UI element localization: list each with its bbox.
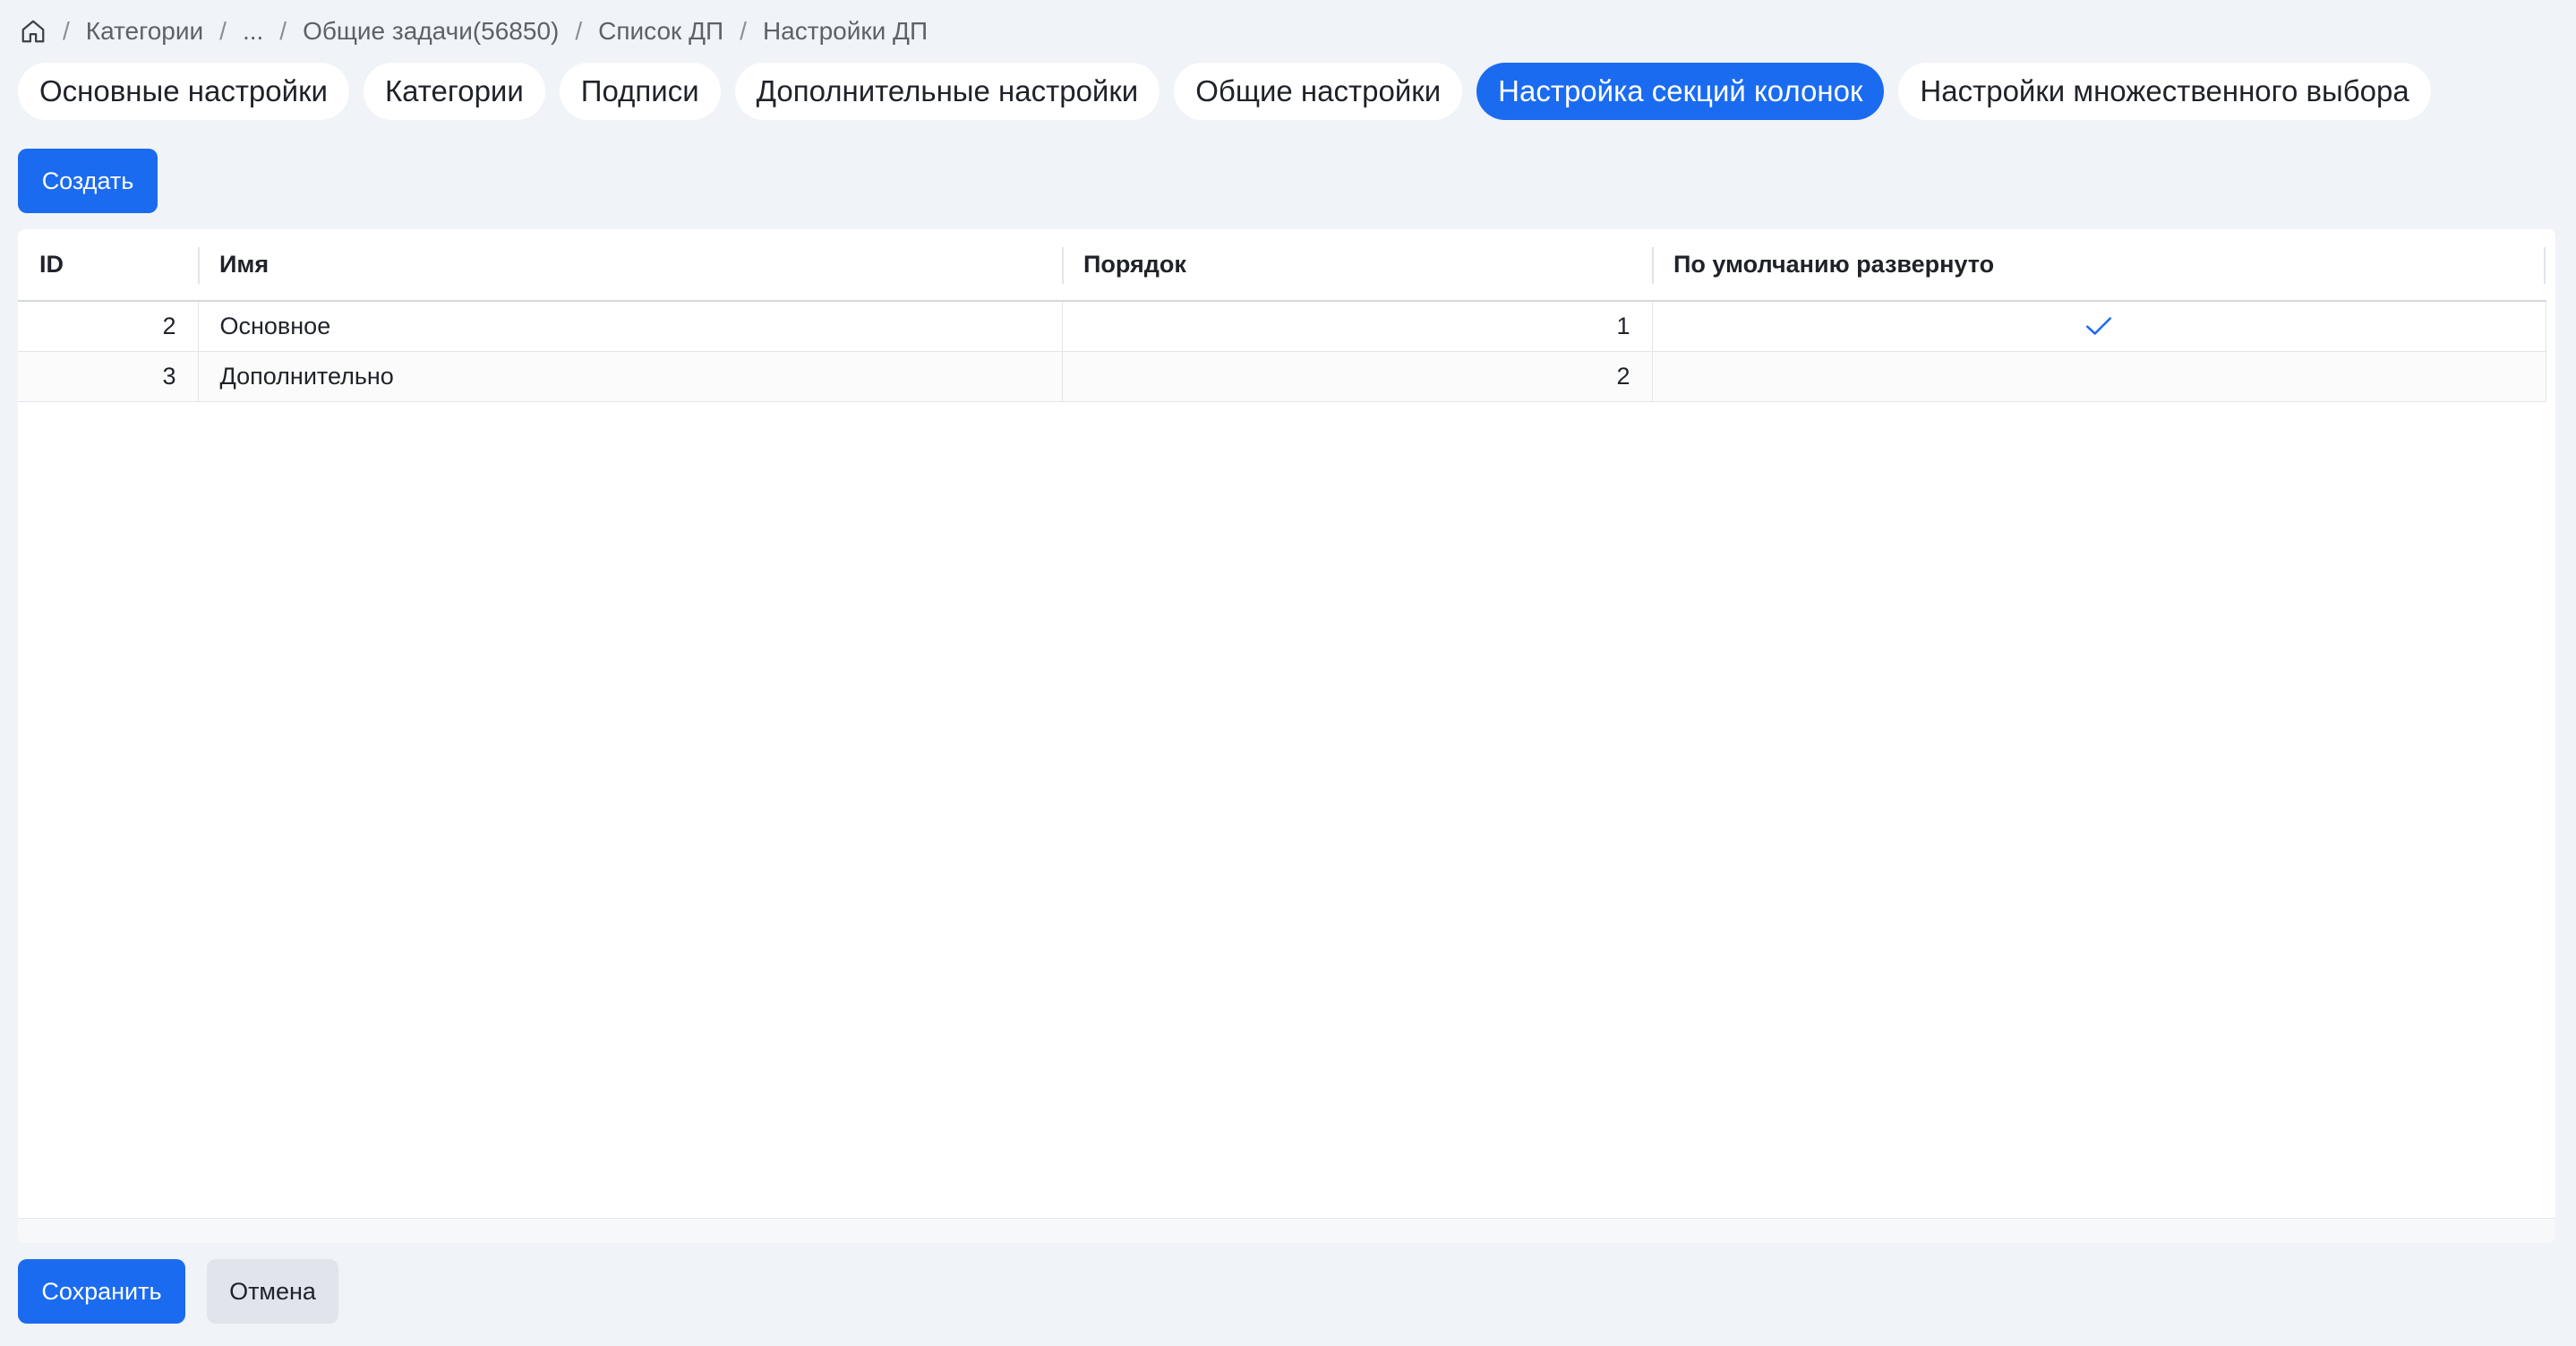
- column-header-name[interactable]: Имя: [198, 229, 1062, 302]
- tab-general-settings[interactable]: Общие настройки: [1174, 63, 1463, 120]
- cancel-button[interactable]: Отмена: [207, 1259, 338, 1324]
- cell-order: 2: [1062, 351, 1653, 402]
- cell-name: Дополнительно: [198, 351, 1063, 402]
- home-icon[interactable]: [20, 18, 47, 45]
- tab-basic-settings[interactable]: Основные настройки: [18, 63, 349, 120]
- breadcrumb: / Категории / ... / Общие задачи(56850) …: [20, 13, 928, 50]
- breadcrumb-separator: /: [279, 17, 287, 45]
- check-icon: [2084, 311, 2114, 341]
- settings-tabs: Основные настройки Категории Подписи Доп…: [18, 63, 2431, 120]
- cell-id: 2: [18, 301, 199, 352]
- cell-id: 3: [18, 351, 199, 402]
- breadcrumb-separator: /: [63, 17, 70, 45]
- breadcrumb-item-common-tasks[interactable]: Общие задачи(56850): [303, 17, 559, 46]
- tab-multiselect-settings[interactable]: Настройки множественного выбора: [1898, 63, 2431, 120]
- table-horizontal-scrollbar[interactable]: [18, 1218, 2555, 1243]
- breadcrumb-separator: /: [740, 17, 747, 45]
- save-button[interactable]: Сохранить: [18, 1259, 185, 1324]
- cell-name: Основное: [198, 301, 1063, 352]
- table-row[interactable]: 3 Дополнительно 2: [18, 351, 2546, 402]
- table-header-row: ID Имя Порядок По умолчанию развернуто: [18, 229, 2546, 302]
- breadcrumb-item-categories[interactable]: Категории: [86, 17, 203, 46]
- breadcrumb-item-current: Настройки ДП: [762, 17, 929, 45]
- tab-signatures[interactable]: Подписи: [559, 63, 721, 120]
- page: / Категории / ... / Общие задачи(56850) …: [0, 0, 2576, 1346]
- tab-categories[interactable]: Категории: [363, 63, 545, 120]
- column-header-order[interactable]: Порядок: [1062, 229, 1652, 302]
- tab-additional-settings[interactable]: Дополнительные настройки: [734, 63, 1160, 120]
- cell-expanded: [1652, 351, 2546, 402]
- breadcrumb-item-list[interactable]: Список ДП: [598, 17, 723, 46]
- breadcrumb-separator: /: [575, 17, 583, 45]
- tab-column-sections[interactable]: Настройка секций колонок: [1476, 63, 1885, 120]
- column-header-id[interactable]: ID: [18, 229, 198, 302]
- breadcrumb-item-ellipsis[interactable]: ...: [243, 17, 263, 46]
- breadcrumb-separator: /: [219, 17, 227, 45]
- cell-expanded: [1652, 301, 2546, 352]
- cell-order: 1: [1062, 301, 1653, 352]
- create-button[interactable]: Создать: [18, 149, 158, 213]
- column-header-expanded[interactable]: По умолчанию развернуто: [1652, 229, 2546, 302]
- table-row[interactable]: 2 Основное 1: [18, 301, 2546, 352]
- sections-table-panel: ID Имя Порядок По умолчанию развернуто 2…: [18, 229, 2555, 1243]
- sections-table: ID Имя Порядок По умолчанию развернуто 2…: [18, 229, 2546, 402]
